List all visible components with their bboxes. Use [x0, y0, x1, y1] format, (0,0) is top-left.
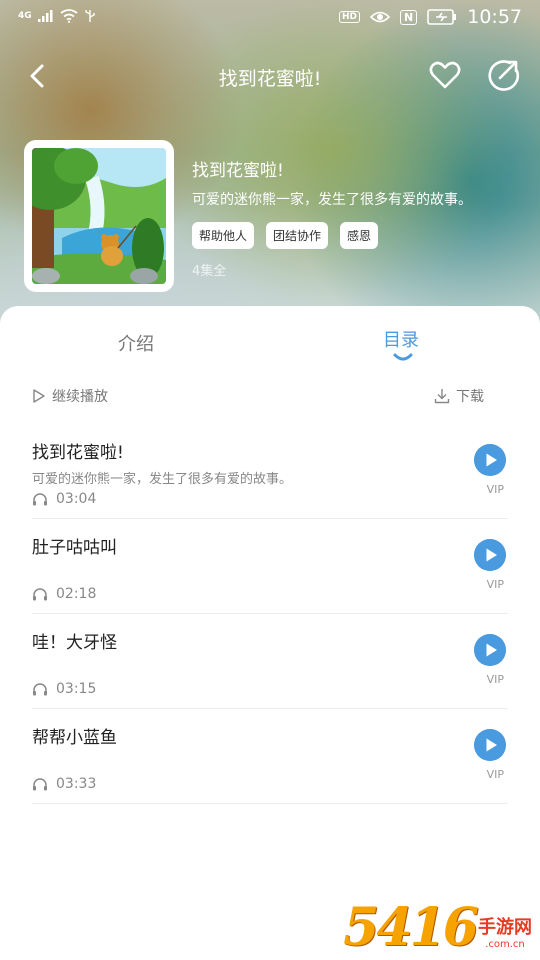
- eye-icon: [370, 11, 391, 23]
- list-item[interactable]: 帮帮小蓝鱼 03:33 VIP: [32, 709, 508, 804]
- list-toolbar: 继续播放 下载: [0, 386, 540, 410]
- episode-title: 肚子咕咕叫: [32, 538, 117, 558]
- duration-text: 03:04: [56, 491, 97, 507]
- download-button[interactable]: 下载: [434, 386, 484, 406]
- watermark-url: .com.cn: [485, 939, 525, 950]
- headphones-icon: [33, 683, 47, 696]
- signal-icon: [37, 10, 53, 22]
- nav-bar: 找到花蜜啦!: [0, 54, 540, 100]
- tab-catalog[interactable]: 目录: [383, 326, 419, 352]
- headphones-icon: [33, 493, 47, 506]
- wifi-icon: [60, 9, 78, 23]
- vip-badge: VIP: [486, 578, 504, 591]
- continue-play-button[interactable]: 继续播放: [32, 386, 108, 406]
- headphones-icon: [33, 588, 47, 601]
- watermark-logo: 5416 手游网 .com.cn: [343, 902, 532, 954]
- episode-duration: 03:33: [32, 776, 96, 792]
- episode-description: 可爱的迷你熊一家，发生了很多有爱的故事。: [32, 472, 293, 487]
- play-button[interactable]: [474, 444, 506, 476]
- episode-title: 哇！大牙怪: [32, 633, 117, 653]
- tag-list: 帮助他人 团结协作 感恩: [192, 222, 379, 249]
- episode-duration: 03:04: [32, 491, 96, 507]
- clock: 10:57: [467, 6, 522, 28]
- episode-title: 帮帮小蓝鱼: [32, 728, 117, 748]
- album-cover: [24, 140, 174, 292]
- episode-duration: 02:18: [32, 586, 96, 602]
- heart-icon[interactable]: [428, 58, 462, 92]
- duration-text: 03:15: [56, 681, 97, 697]
- download-label: 下载: [456, 389, 484, 405]
- watermark-number: 5416: [343, 897, 479, 958]
- status-bar: 4G HD N 10:57: [0, 0, 540, 36]
- content-sheet: 介绍 目录 继续播放 下载 找到花蜜啦! 可爱的迷你熊一家，发生了很多有爱的故事…: [0, 306, 540, 960]
- album-description: 可爱的迷你熊一家，发生了很多有爱的故事。: [192, 192, 472, 208]
- vip-badge: VIP: [486, 768, 504, 781]
- album-title: 找到花蜜啦!: [192, 161, 284, 181]
- episode-list: 找到花蜜啦! 可爱的迷你熊一家，发生了很多有爱的故事。 03:04 VIP 肚子…: [32, 424, 508, 804]
- list-item[interactable]: 哇！大牙怪 03:15 VIP: [32, 614, 508, 709]
- watermark-text: 手游网: [478, 917, 532, 938]
- play-outline-icon: [33, 389, 45, 403]
- nfc-icon: N: [400, 9, 418, 25]
- tag[interactable]: 帮助他人: [192, 222, 255, 249]
- share-icon[interactable]: [486, 58, 520, 92]
- list-item[interactable]: 肚子咕咕叫 02:18 VIP: [32, 519, 508, 614]
- hd-badge: HD: [339, 11, 361, 23]
- duration-text: 02:18: [56, 586, 97, 602]
- tag[interactable]: 团结协作: [266, 222, 329, 249]
- tab-intro[interactable]: 介绍: [118, 330, 154, 356]
- play-button[interactable]: [474, 539, 506, 571]
- episode-duration: 03:15: [32, 681, 96, 697]
- download-icon: [434, 389, 450, 404]
- play-button[interactable]: [474, 634, 506, 666]
- active-tab-indicator: [393, 353, 413, 361]
- battery-icon: [427, 9, 457, 25]
- tag[interactable]: 感恩: [340, 222, 379, 249]
- episode-title: 找到花蜜啦!: [32, 443, 124, 463]
- episode-count: 4集全: [192, 264, 227, 279]
- vip-badge: VIP: [486, 483, 504, 496]
- vip-badge: VIP: [486, 673, 504, 686]
- play-button[interactable]: [474, 729, 506, 761]
- usb-icon: [84, 10, 95, 22]
- headphones-icon: [33, 778, 47, 791]
- continue-play-label: 继续播放: [52, 389, 108, 405]
- duration-text: 03:33: [56, 776, 97, 792]
- cover-illustration: [32, 148, 166, 284]
- network-type: 4G: [18, 11, 32, 21]
- list-item[interactable]: 找到花蜜啦! 可爱的迷你熊一家，发生了很多有爱的故事。 03:04 VIP: [32, 424, 508, 519]
